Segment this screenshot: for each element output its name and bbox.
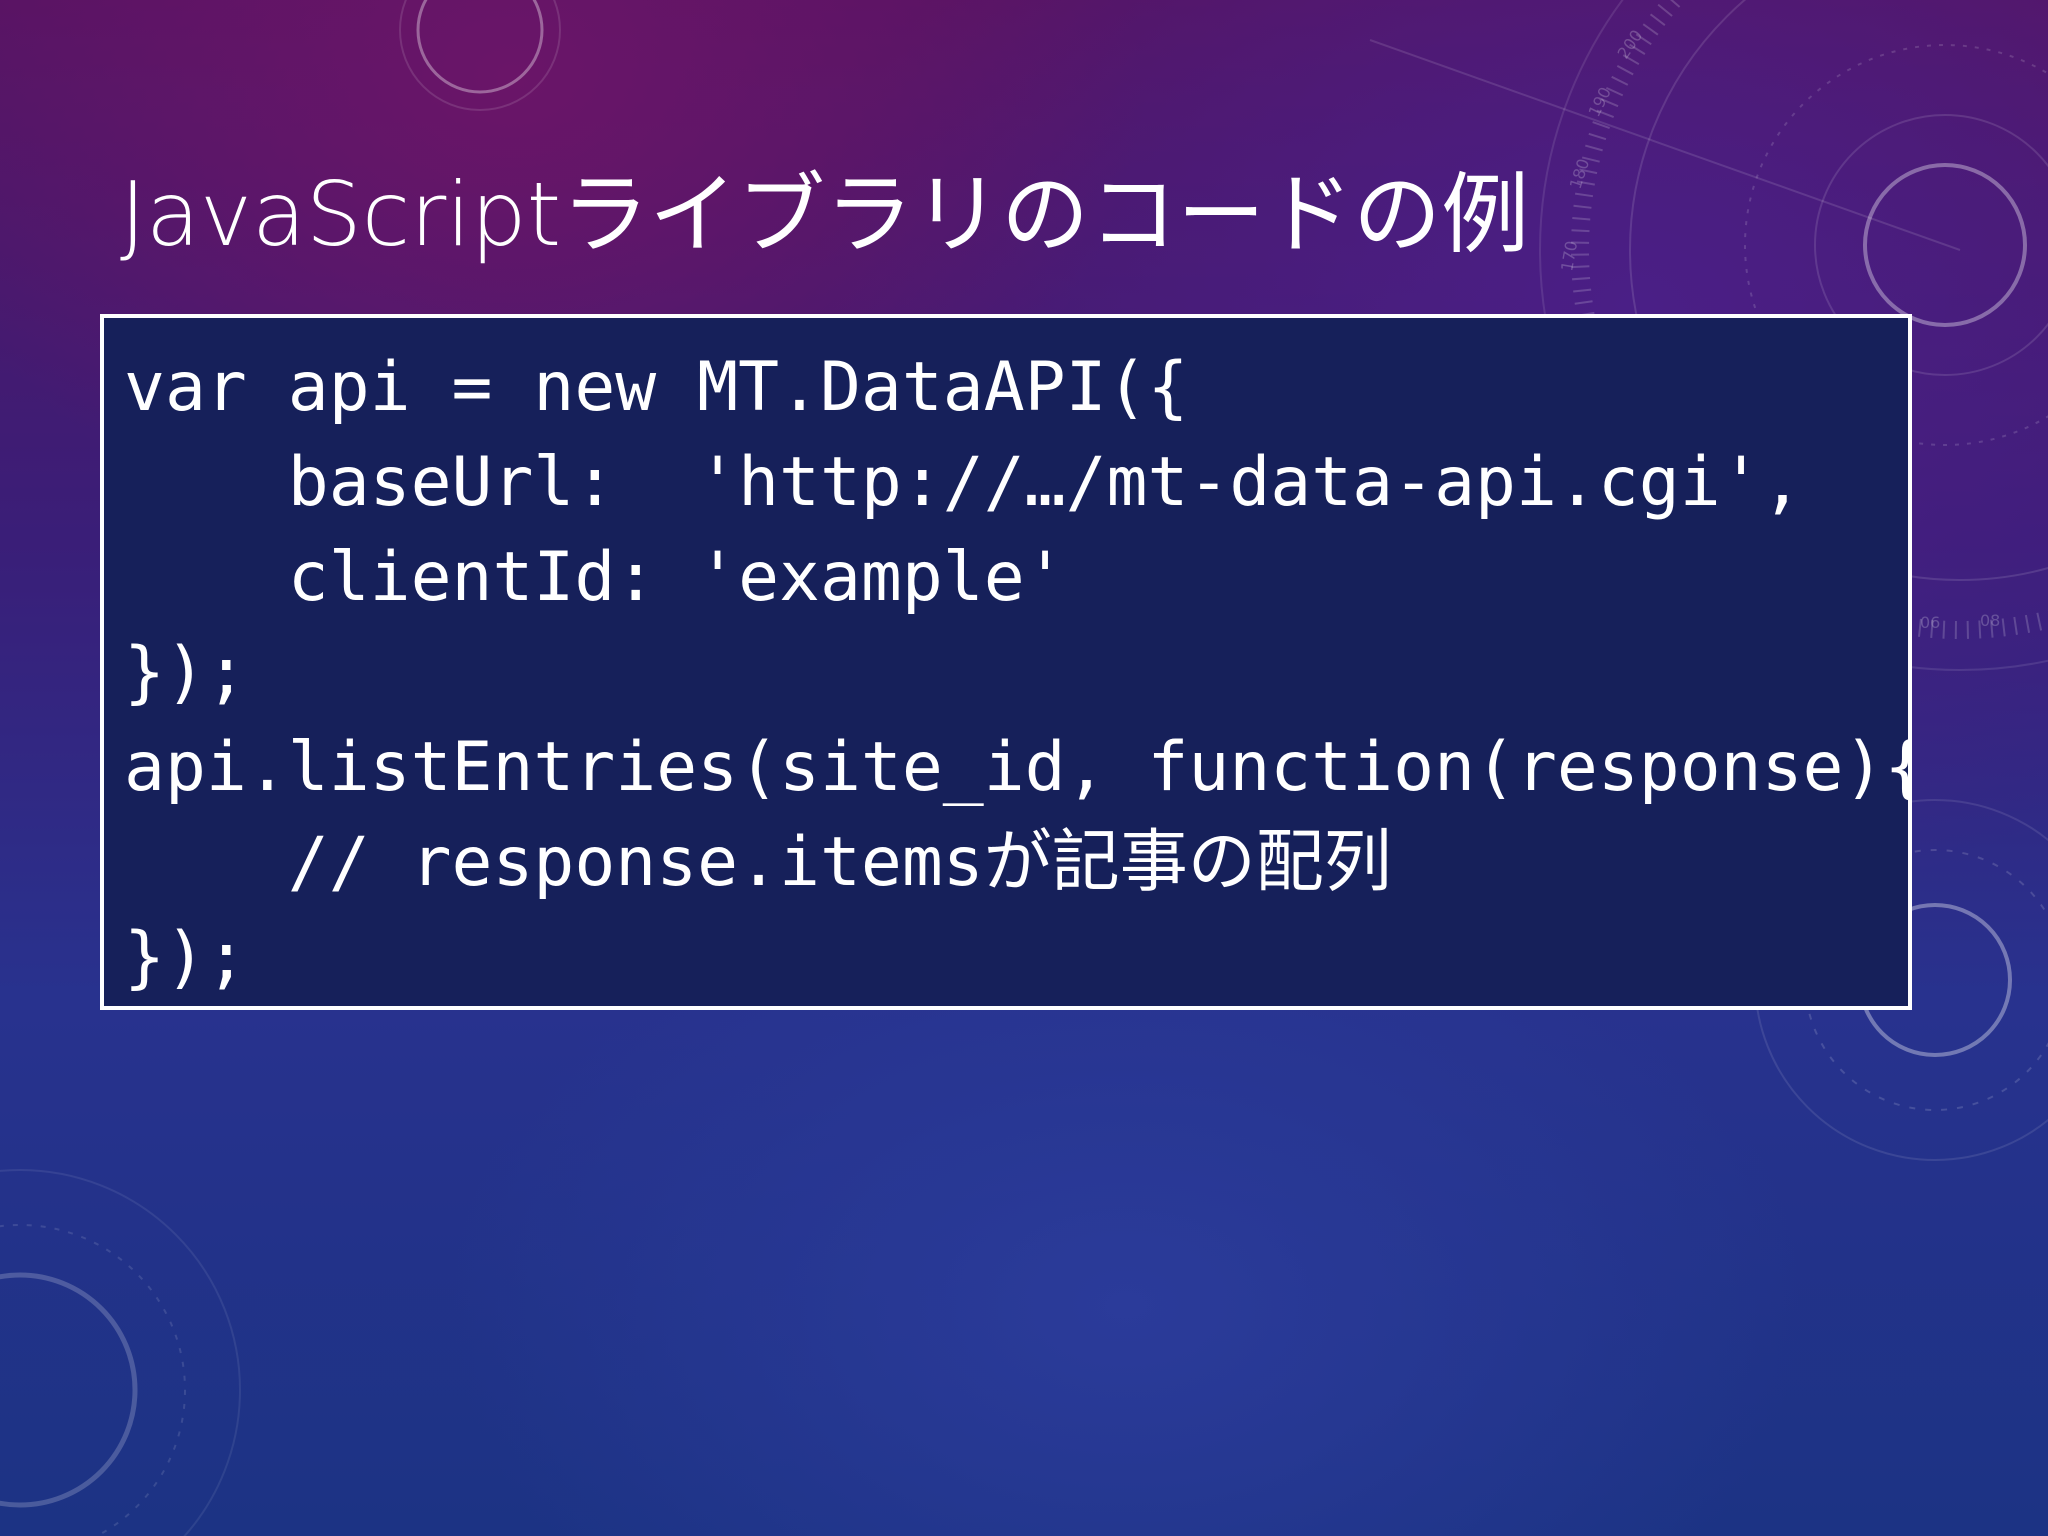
code-block: var api = new MT.DataAPI({ baseUrl: 'htt… bbox=[100, 314, 1912, 1010]
top-ring-decoration bbox=[416, 0, 544, 94]
code-line: baseUrl: 'http://…/mt-data-api.cgi', bbox=[124, 443, 1803, 522]
code-line: }); bbox=[124, 918, 247, 997]
code-line: clientId: 'example' bbox=[124, 538, 1066, 617]
slide-title-japanese: ライブラリのコードの例 bbox=[561, 163, 1530, 266]
code-line: // response.itemsが記事の配列 bbox=[124, 823, 1392, 902]
dial-number: 200 bbox=[1614, 26, 1647, 62]
code-line: var api = new MT.DataAPI({ bbox=[124, 348, 1189, 427]
dial-number: 06 bbox=[1920, 613, 1940, 632]
dial-number: 08 bbox=[1980, 611, 2000, 630]
slide-title-latin: JavaScript bbox=[120, 163, 562, 266]
bottom-left-ring-decoration bbox=[0, 1272, 138, 1508]
dial-number: 180 bbox=[1566, 156, 1594, 191]
dial-number: 170 bbox=[1557, 239, 1581, 272]
code-line: api.listEntries(site_id, function(respon… bbox=[124, 728, 1912, 807]
slide-title: JavaScriptライブラリのコードの例 bbox=[120, 160, 1529, 270]
code-line: }); bbox=[124, 633, 247, 712]
